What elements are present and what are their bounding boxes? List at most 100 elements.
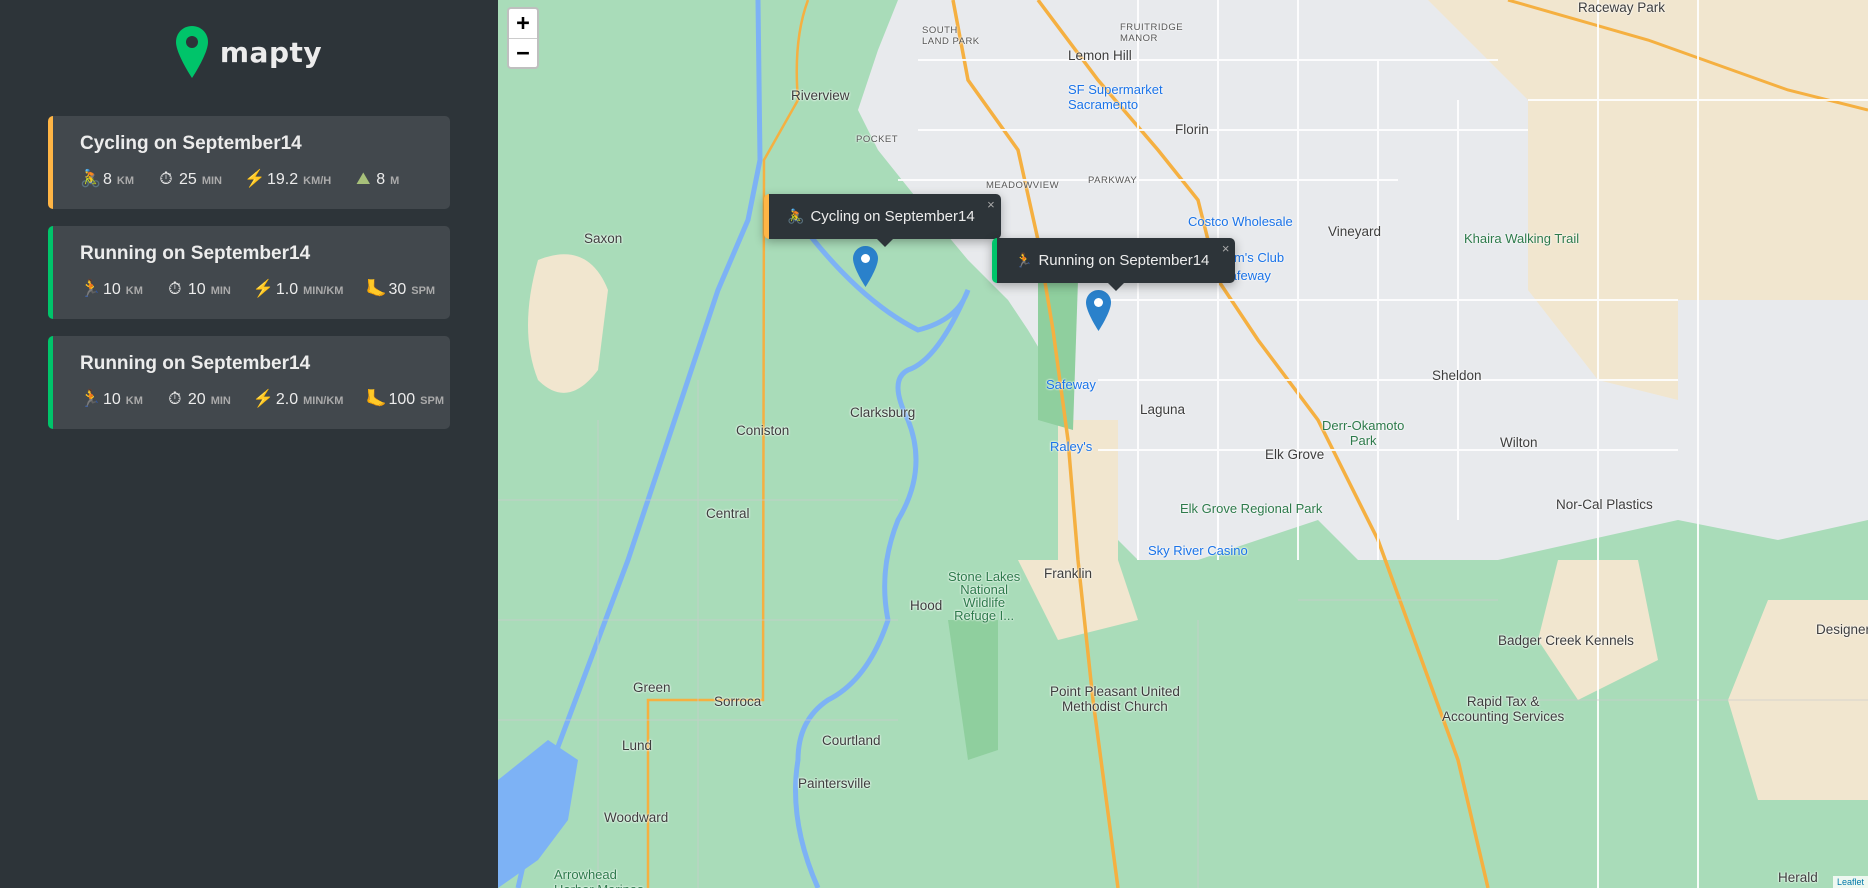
workout-detail-unit: min/km — [303, 285, 344, 297]
map-label-raceway-park: Raceway Park — [1578, 0, 1666, 15]
map-label-safeway-2: Safeway — [1046, 377, 1096, 392]
footprint-icon: 🦶 — [365, 389, 387, 408]
workout-detail-unit: spm — [411, 285, 436, 297]
map-attribution[interactable]: Leaflet — [1832, 876, 1868, 888]
map-label-costco: Costco Wholesale — [1188, 214, 1293, 229]
map-label-courtland: Courtland — [822, 733, 881, 748]
workout-detail-value: 8 — [103, 171, 112, 188]
workout-item-running[interactable]: Running on September14 🏃 10 km ⏱ 20 min ⚡ 2.0… — [48, 336, 450, 429]
map-label-sorroca: Sorroca — [714, 694, 762, 709]
workout-detail-value: 19.2 — [266, 171, 299, 188]
map-label-clarksburg: Clarksburg — [850, 405, 916, 420]
workout-pace: ⚡ 2.0 min/km — [253, 389, 344, 409]
workout-distance: 🏃 10 km — [80, 279, 143, 299]
workout-title: Running on September14 — [80, 353, 311, 374]
workout-detail-value: 8 — [376, 171, 386, 188]
runner-icon: 🏃 — [80, 389, 102, 408]
stopwatch-icon: ⏱ — [168, 389, 182, 408]
workout-detail-value: 10 — [103, 391, 121, 408]
map-label-franklin: Franklin — [1044, 566, 1093, 581]
app-name: mapty — [219, 35, 323, 69]
popup-tip — [1107, 282, 1126, 291]
workout-detail-unit: km — [116, 175, 135, 187]
workout-cadence: 🦶 100 spm — [365, 389, 444, 409]
workout-detail-value: 100 — [388, 391, 416, 408]
workout-detail-unit: m — [390, 175, 400, 187]
map[interactable]: + − Raceway Park SOUTH LAND PARK Lemon H… — [498, 0, 1868, 888]
map-label-paintersville: Paintersville — [798, 776, 871, 791]
popup-text: Cycling on September14 — [810, 208, 975, 225]
map-label-derr-okamoto: Derr-Okamoto Park — [1322, 418, 1405, 448]
workout-detail-unit: min — [201, 175, 222, 187]
runner-icon: 🏃 — [1015, 252, 1033, 268]
popup-cycling[interactable]: 🚴 Cycling on September14 × — [764, 194, 1001, 247]
cyclist-icon: 🚴 — [80, 169, 102, 188]
cyclist-icon: 🚴 — [787, 208, 805, 224]
workout-detail-value: 25 — [179, 171, 197, 188]
map-label-hood: Hood — [910, 598, 943, 613]
workout-duration: ⏱ 10 min — [165, 279, 231, 299]
workout-duration: ⏱ 20 min — [165, 389, 231, 409]
map-label-wilton: Wilton — [1500, 435, 1538, 450]
map-label-elk-grove: Elk Grove — [1265, 447, 1325, 462]
map-label-herald: Herald — [1778, 870, 1818, 885]
map-label-khaira: Khaira Walking Trail — [1464, 231, 1580, 246]
workout-detail-unit: min — [210, 395, 231, 407]
map-label-riverview: Riverview — [791, 88, 850, 103]
workout-detail-value: 2.0 — [275, 391, 299, 408]
stopwatch-icon: ⏱ — [159, 169, 173, 188]
map-label-green: Green — [633, 680, 671, 695]
workout-item-cycling[interactable]: Cycling on September14 🚴 8 km ⏱ 25 min ⚡ 19.2… — [48, 116, 450, 209]
popup-text: Running on September14 — [1038, 252, 1210, 269]
stopwatch-icon: ⏱ — [168, 279, 182, 298]
workout-elevation: ⛰ 8 m — [353, 169, 399, 189]
app-logo: mapty — [48, 22, 450, 82]
map-label-pocket: POCKET — [856, 134, 899, 145]
lightning-icon: ⚡ — [252, 389, 275, 408]
map-label-parkway: PARKWAY — [1088, 175, 1138, 186]
workout-detail-value: 10 — [103, 281, 121, 298]
map-label-meadowview: MEADOWVIEW — [986, 180, 1060, 191]
workout-item-running[interactable]: Running on September14 🏃 10 km ⏱ 10 min ⚡ 1.0… — [48, 226, 450, 319]
footprint-icon: 🦶 — [365, 279, 387, 298]
map-label-sf-supermarket: SF Supermarket Sacramento — [1068, 82, 1163, 112]
popup-tip — [875, 238, 894, 247]
workout-title: Cycling on September14 — [80, 133, 302, 154]
map-label-sheldon: Sheldon — [1432, 368, 1482, 383]
map-pin-logo-icon — [175, 26, 208, 78]
map-label-vineyard: Vineyard — [1328, 224, 1382, 239]
popup-close-button[interactable]: × — [987, 197, 995, 212]
popup-close-button[interactable]: × — [1222, 241, 1230, 256]
workout-detail-value: 1.0 — [275, 281, 299, 298]
workout-detail-unit: min — [210, 285, 231, 297]
map-label-lemon-hill: Lemon Hill — [1068, 48, 1132, 63]
workout-speed: ⚡ 19.2 km/h — [244, 169, 331, 189]
workout-detail-unit: km — [125, 395, 143, 407]
popup-running[interactable]: 🏃 Running on September14 × — [992, 238, 1236, 291]
map-label-point-pleasant: Point Pleasant United Methodist Church — [1050, 684, 1180, 714]
map-label-sky-river: Sky River Casino — [1148, 543, 1248, 558]
map-label-arrowhead: Arrowhead Harbor Marinas — [554, 867, 644, 888]
map-label-south-land-park: SOUTH LAND PARK — [922, 25, 980, 47]
zoom-out-button[interactable]: − — [509, 38, 537, 67]
map-label-woodward: Woodward — [604, 810, 669, 825]
map-label-designer: Designer — [1816, 622, 1868, 637]
map-marker-running[interactable] — [1086, 290, 1111, 331]
mountain-icon: ⛰ — [356, 169, 371, 188]
workout-detail-unit: min/km — [303, 395, 344, 407]
runner-icon: 🏃 — [80, 279, 102, 298]
map-label-elk-grove-regional: Elk Grove Regional Park — [1180, 501, 1323, 516]
zoom-control: + − — [507, 7, 539, 69]
workout-title: Running on September14 — [80, 243, 311, 264]
workout-duration: ⏱ 25 min — [156, 169, 222, 189]
workout-distance: 🚴 8 km — [80, 169, 134, 189]
zoom-in-button[interactable]: + — [509, 9, 537, 38]
map-marker-cycling[interactable] — [853, 246, 878, 287]
workout-pace: ⚡ 1.0 min/km — [253, 279, 344, 299]
workout-detail-value: 30 — [388, 281, 407, 298]
workout-detail-unit: km — [125, 285, 143, 297]
lightning-icon: ⚡ — [243, 169, 266, 188]
map-label-stone-lakes: Stone Lakes National Wildlife Refuge I..… — [948, 569, 1021, 623]
map-label-raleys: Raley's — [1050, 439, 1093, 454]
map-label-coniston: Coniston — [736, 423, 790, 438]
